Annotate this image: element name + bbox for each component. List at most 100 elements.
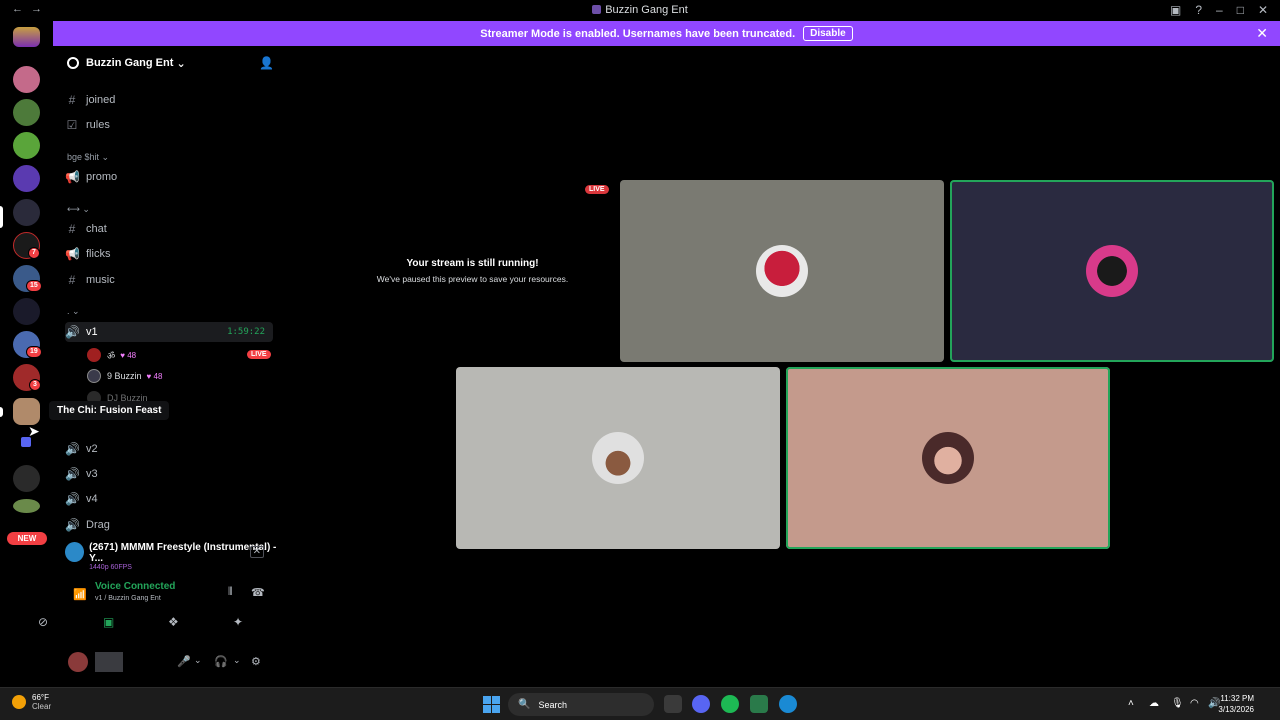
server-rail: 7 15 19 3 NEW	[0, 21, 53, 687]
chevron-down-icon: ⌄	[176, 57, 186, 70]
activity-quality: 1440p 60FPS	[89, 564, 132, 571]
signal-icon[interactable]: 📶	[73, 588, 87, 601]
windows-taskbar: 66°F Clear 🔍 Search ˄ ☁ 🎙 ◠ 🔊 11:32 PM 3/…	[0, 687, 1280, 720]
app-logo-icon	[592, 5, 602, 14]
minimize-button[interactable]: –	[1216, 3, 1223, 17]
activity-panel[interactable]: (2671) MMMM Freestyle (Instrumental) - Y…	[53, 538, 284, 572]
server-tooltip: The Chi: Fusion Feast	[49, 401, 170, 420]
user-panel: 🎤 ⌄ 🎧 ⌄ ⚙	[53, 648, 284, 676]
chevron-down-icon[interactable]: ⌄	[194, 655, 202, 666]
participant-tile[interactable]	[456, 367, 780, 549]
participant-avatar	[922, 432, 974, 484]
voice-user[interactable]: 9 Buzzin ♥ 48	[87, 369, 162, 383]
settings-gear-icon[interactable]: ⚙	[251, 655, 261, 668]
invite-icon[interactable]: 👤	[259, 56, 274, 70]
channel-music[interactable]: # music	[65, 270, 273, 290]
participant-tile-speaking[interactable]	[950, 180, 1274, 362]
rules-icon: ☑	[66, 118, 78, 132]
channel-joined[interactable]: # joined	[65, 90, 273, 110]
inbox-icon[interactable]: ▣	[1170, 3, 1181, 17]
participant-tile[interactable]	[620, 180, 944, 362]
system-clock[interactable]: 11:32 PM 3/13/2026	[1218, 693, 1254, 715]
server-icon[interactable]	[13, 499, 40, 513]
window-controls: ▣ ? – □ ✕	[1170, 3, 1268, 17]
server-icon[interactable]	[13, 99, 40, 126]
active-server-pill	[0, 206, 3, 228]
voice-status-panel: 📶 Voice Connected v1 / Buzzin Gang Ent ⫴…	[53, 578, 284, 610]
screen-share-icon[interactable]: ▣	[103, 615, 114, 629]
close-banner-icon[interactable]: ✕	[1256, 25, 1268, 42]
voice-status[interactable]: Voice Connected	[95, 581, 175, 592]
hover-server-pill	[0, 407, 3, 417]
disable-button[interactable]: Disable	[803, 26, 853, 41]
camera-off-icon[interactable]: ⊘	[38, 615, 48, 629]
disconnect-icon[interactable]: ☎	[251, 586, 265, 599]
weather-sun-icon	[12, 695, 26, 709]
voice-channel-v2[interactable]: 🔊 v2	[65, 439, 273, 459]
hashtag-icon: #	[68, 222, 76, 236]
call-timer: 1:59:22	[227, 327, 265, 337]
maximize-button[interactable]: □	[1237, 3, 1244, 17]
onedrive-icon[interactable]: ☁	[1149, 698, 1159, 709]
server-icon[interactable]	[13, 199, 40, 226]
wifi-icon[interactable]: ◠	[1190, 698, 1199, 709]
microphone-icon[interactable]: 🎙	[1171, 698, 1184, 709]
participant-avatar	[756, 245, 808, 297]
spotify-icon[interactable]	[721, 695, 739, 713]
app-icon[interactable]	[750, 695, 768, 713]
chevron-up-icon[interactable]: ˄	[1128, 698, 1134, 709]
voice-channel-drag[interactable]: 🔊 Drag	[65, 515, 273, 535]
home-icon[interactable]	[13, 27, 40, 47]
server-icon[interactable]	[13, 465, 40, 492]
speaker-icon: 🔊	[65, 442, 80, 456]
task-view-icon[interactable]	[664, 695, 682, 713]
voice-stage	[284, 46, 1280, 687]
start-button[interactable]	[483, 696, 500, 713]
voice-channel-v1[interactable]: 🔊 v1 1:59:22	[65, 322, 273, 342]
activities-icon[interactable]: ❖	[168, 615, 179, 629]
voice-channel-v3[interactable]: 🔊 v3	[65, 464, 273, 484]
window-title: Buzzin Gang Ent	[0, 4, 1280, 16]
paused-title: Your stream is still running!	[406, 258, 539, 269]
category-dot[interactable]: . ⌄	[67, 306, 80, 317]
channel-chat[interactable]: # chat	[65, 219, 273, 239]
stop-stream-icon[interactable]: ✕	[249, 546, 264, 558]
channel-flicks[interactable]: 📢 flicks	[65, 244, 273, 264]
new-badge: NEW	[7, 532, 47, 545]
channel-rules[interactable]: ☑ rules	[65, 115, 273, 135]
voice-user[interactable]: ॐ ♥ 48	[87, 348, 136, 362]
help-icon[interactable]: ?	[1195, 3, 1202, 17]
speaker-icon: 🔊	[65, 325, 80, 339]
taskbar-search[interactable]: 🔍 Search	[508, 693, 654, 716]
mention-badge: 7	[28, 247, 40, 259]
category-arrows[interactable]: ⟷ ⌄	[67, 204, 90, 215]
close-window-button[interactable]: ✕	[1258, 3, 1268, 17]
weather-widget[interactable]: 66°F Clear	[12, 693, 51, 711]
mention-badge: 19	[26, 346, 42, 358]
noise-suppression-icon[interactable]: ⫴	[228, 586, 233, 599]
channel-promo[interactable]: 📢 promo	[65, 167, 273, 187]
headphones-icon[interactable]: 🎧	[214, 655, 228, 668]
own-stream-placeholder[interactable]: Your stream is still running! We've paus…	[330, 180, 615, 362]
server-icon[interactable]	[13, 132, 40, 159]
title-bar: ← → Buzzin Gang Ent ▣ ? – □ ✕	[0, 0, 1280, 21]
user-avatar[interactable]	[68, 652, 88, 672]
server-icon[interactable]	[13, 165, 40, 192]
soundboard-icon[interactable]: ✦	[233, 615, 243, 629]
edge-icon[interactable]	[779, 695, 797, 713]
truncated-username[interactable]	[95, 652, 123, 672]
search-icon: 🔍	[518, 699, 531, 710]
server-icon[interactable]	[13, 398, 40, 425]
server-badge-icon	[67, 57, 79, 69]
server-header[interactable]: Buzzin Gang Ent ⌄ 👤	[53, 46, 284, 80]
voice-channel-v4[interactable]: 🔊 v4	[65, 489, 273, 509]
mention-badge: 3	[29, 379, 41, 391]
chevron-down-icon[interactable]: ⌄	[233, 655, 241, 666]
server-icon[interactable]	[13, 66, 40, 93]
category-bge[interactable]: bge $hit ⌄	[67, 152, 109, 163]
server-icon[interactable]	[13, 298, 40, 325]
microphone-icon[interactable]: 🎤	[177, 655, 191, 668]
voice-channel-path[interactable]: v1 / Buzzin Gang Ent	[95, 595, 161, 602]
discord-icon[interactable]	[692, 695, 710, 713]
participant-tile-speaking[interactable]	[786, 367, 1110, 549]
